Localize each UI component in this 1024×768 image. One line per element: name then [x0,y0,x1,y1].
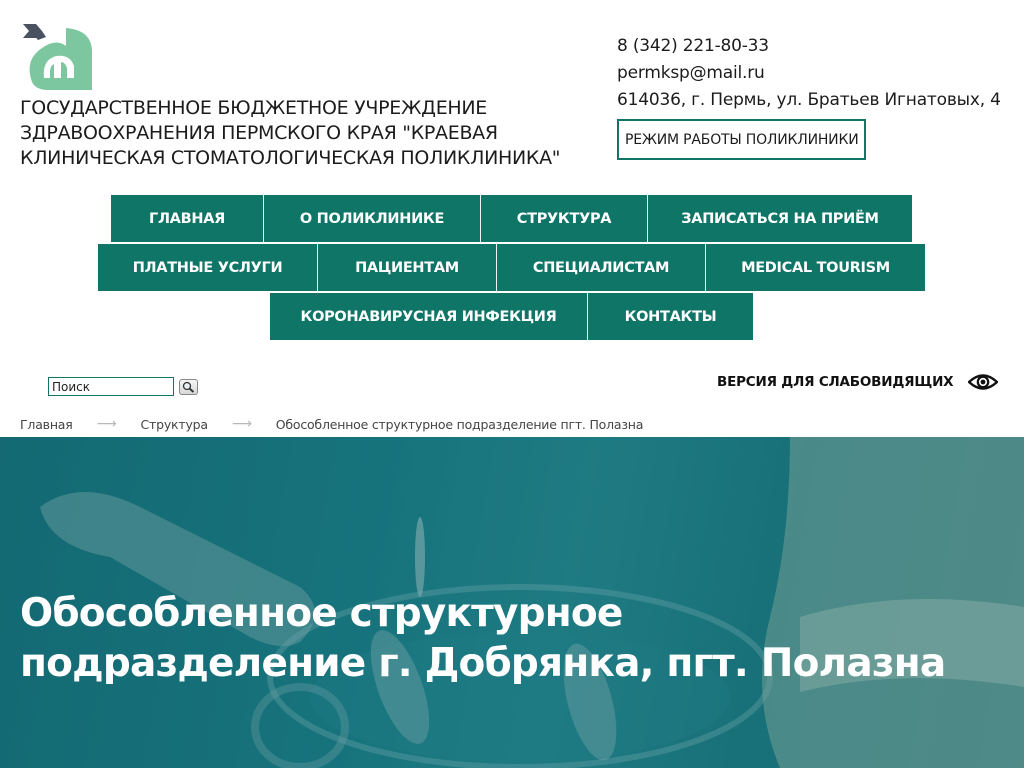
nav-item-structure[interactable]: СТРУКТУРА [481,195,648,242]
breadcrumb: Главная ⟶ Структура ⟶ Обособленное струк… [20,416,643,432]
nav-item-specialists[interactable]: СПЕЦИАЛИСТАМ [497,244,706,291]
nav-row: ПЛАТНЫЕ УСЛУГИ ПАЦИЕНТАМ СПЕЦИАЛИСТАМ ME… [98,244,925,291]
org-title-line: ГОСУДАРСТВЕННОЕ БЮДЖЕТНОЕ УЧРЕЖДЕНИЕ [20,97,488,119]
phone-link[interactable]: 8 (342) 221-80-33 [617,33,1001,60]
org-title-line: КЛИНИЧЕСКАЯ СТОМАТОЛОГИЧЕСКАЯ ПОЛИКЛИНИК… [20,147,561,169]
breadcrumb-home[interactable]: Главная [20,417,73,432]
magnifier-icon [182,381,195,393]
nav-item-medical-tourism[interactable]: MEDICAL TOURISM [706,244,925,291]
organization-title: ГОСУДАРСТВЕННОЕ БЮДЖЕТНОЕ УЧРЕЖДЕНИЕ ЗДР… [20,96,610,171]
breadcrumb-current: Обособленное структурное подразделение п… [275,416,644,432]
low-vision-version-link[interactable]: ВЕРСИЯ ДЛЯ СЛАБОВИДЯЩИХ [717,372,999,392]
page-title-line: подразделение г. Добрянка, пгт. Полазна [20,641,946,686]
nav-item-appointment[interactable]: ЗАПИСАТЬСЯ НА ПРИЁМ [648,195,912,242]
org-title-line: ЗДРАВООХРАНЕНИЯ ПЕРМСКОГО КРАЯ "КРАЕВАЯ [20,122,498,144]
clinic-logo[interactable] [20,22,96,94]
search-input[interactable] [48,377,174,396]
address-text: 614036, г. Пермь, ул. Братьев Игнатовых,… [617,90,1001,110]
nav-row: КОРОНАВИРУСНАЯ ИНФЕКЦИЯ КОНТАКТЫ [270,293,753,340]
nav-item-home[interactable]: ГЛАВНАЯ [111,195,264,242]
nav-item-patients[interactable]: ПАЦИЕНТАМ [318,244,497,291]
page-title-line: Обособленное структурное [20,591,623,636]
eye-icon [968,374,999,390]
nav-item-paid-services[interactable]: ПЛАТНЫЕ УСЛУГИ [98,244,318,291]
arrow-right-icon: ⟶ [96,416,117,432]
hero-banner: Обособленное структурное подразделение г… [0,437,1024,768]
email-link[interactable]: permksp@mail.ru [617,60,1001,87]
low-vision-label: ВЕРСИЯ ДЛЯ СЛАБОВИДЯЩИХ [717,374,954,390]
contact-info: 8 (342) 221-80-33 permksp@mail.ru 614036… [617,33,1001,114]
nav-row: ГЛАВНАЯ О ПОЛИКЛИНИКЕ СТРУКТУРА ЗАПИСАТЬ… [111,195,912,242]
nav-item-about[interactable]: О ПОЛИКЛИНИКЕ [264,195,481,242]
nav-item-coronavirus[interactable]: КОРОНАВИРУСНАЯ ИНФЕКЦИЯ [270,293,588,340]
logo-heart-icon [23,24,93,90]
arrow-right-icon: ⟶ [231,416,252,432]
page-title: Обособленное структурное подразделение г… [20,589,1020,689]
search-button[interactable] [179,379,198,395]
working-hours-button[interactable]: РЕЖИМ РАБОТЫ ПОЛИКЛИНИКИ [617,119,867,160]
nav-item-contacts[interactable]: КОНТАКТЫ [588,293,753,340]
breadcrumb-structure[interactable]: Структура [140,417,208,432]
